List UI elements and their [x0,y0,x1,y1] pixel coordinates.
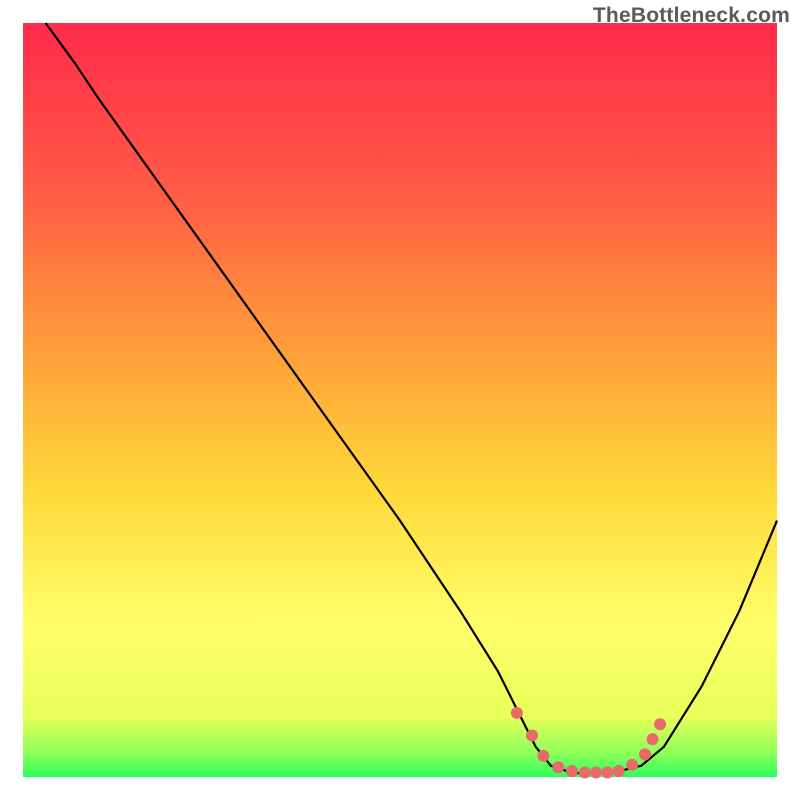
bottleneck-dot [511,707,523,719]
bottleneck-dot [626,759,638,771]
bottleneck-dot [590,767,602,779]
bottleneck-dot [613,765,625,777]
bottleneck-dot [552,761,564,773]
bottleneck-dot [579,767,591,779]
chart-container: { "watermark": "TheBottleneck.com", "cha… [0,0,800,800]
bottleneck-dot [566,765,578,777]
bottleneck-dot [639,748,651,760]
bottleneck-dot [654,718,666,730]
bottleneck-dot [537,750,549,762]
plot-background [23,23,777,777]
bottleneck-dot [526,730,538,742]
bottleneck-dot [601,767,613,779]
watermark-text: TheBottleneck.com [593,4,790,28]
bottleneck-dot [647,733,659,745]
chart-svg [0,0,800,800]
